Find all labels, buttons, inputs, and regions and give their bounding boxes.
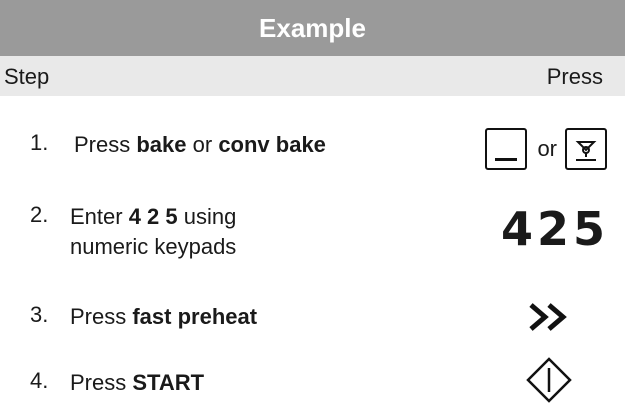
conv-bake-fan-icon — [565, 128, 607, 170]
title-bar: Example — [0, 0, 625, 56]
step-number: 4. — [30, 368, 49, 393]
fast-preheat-double-chevron-icon — [529, 303, 567, 331]
press-cell-1: or — [485, 128, 607, 170]
temperature-display: 425 — [500, 202, 609, 256]
step-number: 1. — [30, 130, 49, 155]
step-column-header: Step — [4, 64, 50, 89]
or-label: or — [537, 136, 557, 161]
step-text-or: or — [186, 132, 219, 157]
step-text: Press bake or conv bake — [74, 130, 326, 160]
step-text: Press START — [70, 368, 204, 398]
press-cell-2: 425 — [501, 202, 609, 256]
step-key-fast-preheat: fast preheat — [132, 304, 258, 329]
press-column-header: Press — [546, 64, 603, 89]
step-text-lead: Press — [70, 304, 133, 329]
step-key-numbers: 4 2 5 — [128, 204, 178, 229]
step-text: Enter 4 2 5 using numeric keypads — [70, 202, 236, 262]
step-key-bake: bake — [136, 132, 187, 157]
step-text-line2: numeric keypads — [70, 234, 237, 259]
step-number: 2. — [30, 202, 49, 227]
page-title: Example — [259, 12, 366, 43]
bake-key-icon — [485, 128, 528, 170]
column-header-row: Step Press — [0, 56, 625, 96]
step-text-lead: Press — [70, 370, 133, 395]
step-text-lead: Enter — [70, 204, 129, 229]
step-key-start: START — [132, 370, 205, 395]
step-text-tail: using — [177, 204, 237, 229]
press-cell-4 — [525, 356, 573, 404]
press-cell-3 — [529, 302, 569, 332]
start-diamond-icon — [526, 357, 572, 403]
step-key-conv-bake: conv bake — [218, 132, 326, 157]
step-text: Press fast preheat — [70, 302, 257, 332]
step-number: 3. — [30, 302, 49, 327]
step-text-lead: Press — [74, 132, 137, 157]
